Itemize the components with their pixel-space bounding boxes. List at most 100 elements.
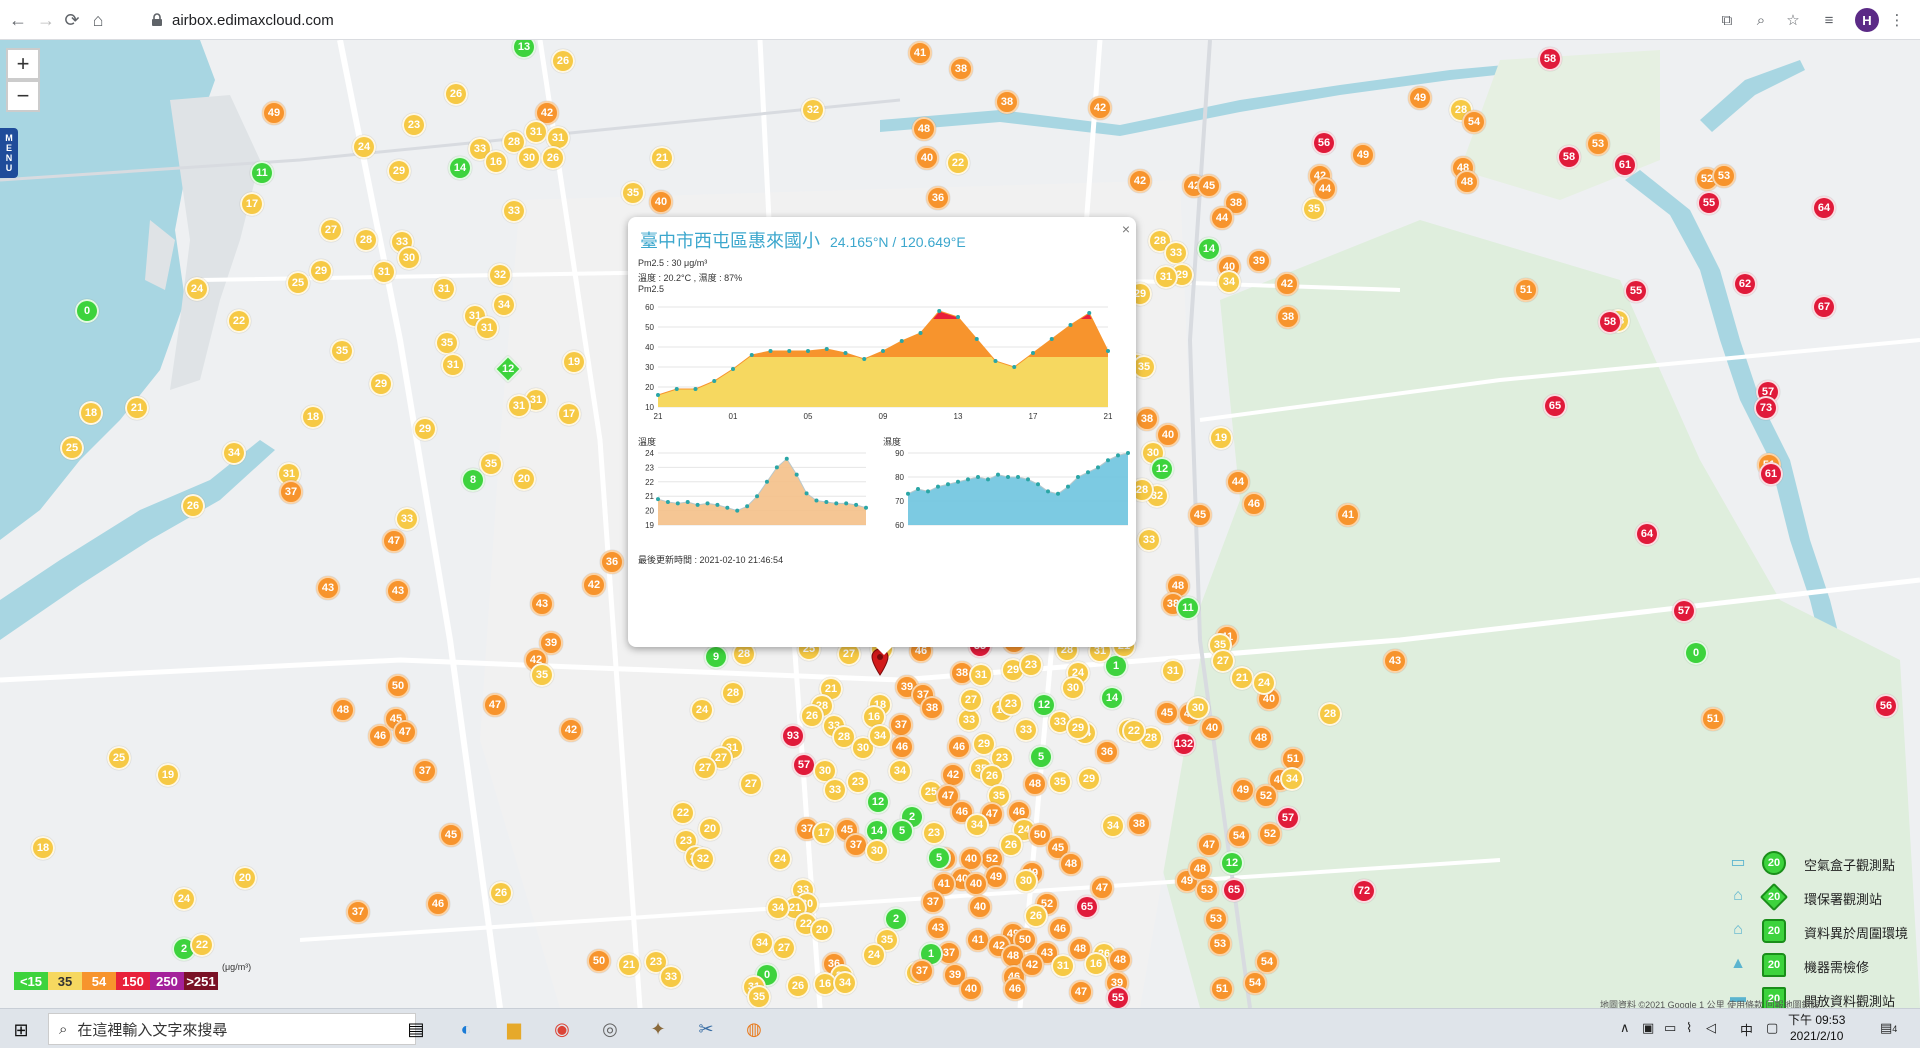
windows-start-icon[interactable]: ⊞ xyxy=(10,1019,32,1041)
station-marker[interactable]: 43 xyxy=(530,592,554,616)
station-marker[interactable]: 46 xyxy=(1242,492,1266,516)
station-marker[interactable]: 38 xyxy=(1276,305,1300,329)
station-marker[interactable]: 25 xyxy=(60,436,84,460)
station-marker[interactable]: 33 xyxy=(1014,718,1038,742)
station-marker[interactable]: 18 xyxy=(79,401,103,425)
station-marker[interactable]: 24 xyxy=(768,847,792,871)
station-marker[interactable]: 21 xyxy=(650,146,674,170)
station-marker[interactable]: 20 xyxy=(810,918,834,942)
station-marker[interactable]: 47 xyxy=(483,693,507,717)
station-marker[interactable]: 64 xyxy=(1812,196,1836,220)
station-marker[interactable]: 33 xyxy=(1164,241,1188,265)
station-marker[interactable]: 14 xyxy=(448,156,472,180)
station-marker[interactable]: 65 xyxy=(1222,878,1246,902)
station-marker[interactable]: 56 xyxy=(1312,131,1336,155)
station-marker[interactable]: 44 xyxy=(1226,470,1250,494)
task-view-icon[interactable]: ▤ xyxy=(402,1015,430,1043)
station-marker[interactable]: 62 xyxy=(1733,272,1757,296)
station-marker[interactable]: 41 xyxy=(908,41,932,65)
station-marker[interactable]: 49 xyxy=(262,101,286,125)
station-marker[interactable]: 37 xyxy=(279,480,303,504)
more-menu-icon[interactable]: ⋮ xyxy=(1886,9,1908,31)
station-marker[interactable]: 45 xyxy=(439,823,463,847)
station-marker[interactable]: 48 xyxy=(331,698,355,722)
edge-icon[interactable]: ◐ xyxy=(452,1015,480,1043)
station-marker[interactable]: 17 xyxy=(812,821,836,845)
station-marker[interactable]: 34 xyxy=(492,293,516,317)
station-marker[interactable]: 42 xyxy=(1088,96,1112,120)
app-snip-icon[interactable]: ✂ xyxy=(692,1015,720,1043)
station-marker[interactable]: 93 xyxy=(781,724,805,748)
station-marker[interactable]: 50 xyxy=(386,674,410,698)
station-marker[interactable]: 51 xyxy=(1701,707,1725,731)
station-marker[interactable]: 34 xyxy=(750,931,774,955)
station-marker[interactable]: 26 xyxy=(551,49,575,73)
station-marker[interactable]: 48 xyxy=(1023,772,1047,796)
station-marker[interactable]: 47 xyxy=(382,529,406,553)
station-marker[interactable]: 19 xyxy=(1209,426,1233,450)
station-marker[interactable]: 34 xyxy=(222,441,246,465)
station-marker[interactable]: 22 xyxy=(1122,719,1146,743)
station-marker[interactable]: 17 xyxy=(240,192,264,216)
station-marker[interactable]: 37 xyxy=(921,890,945,914)
station-marker[interactable]: 54 xyxy=(1227,824,1251,848)
station-marker[interactable]: 11 xyxy=(1176,596,1200,620)
station-marker[interactable]: 29 xyxy=(387,159,411,183)
station-marker[interactable]: 23 xyxy=(922,821,946,845)
station-marker[interactable]: 50 xyxy=(587,949,611,973)
station-marker[interactable]: 22 xyxy=(227,309,251,333)
station-marker[interactable]: 24 xyxy=(862,943,886,967)
station-marker[interactable]: 31 xyxy=(507,394,531,418)
station-marker[interactable]: 30 xyxy=(1061,676,1085,700)
station-marker[interactable]: 23 xyxy=(846,770,870,794)
station-marker[interactable]: 54 xyxy=(1255,950,1279,974)
station-marker[interactable]: 31 xyxy=(432,277,456,301)
station-marker[interactable]: 26 xyxy=(800,704,824,728)
notification-icon[interactable]: ▤4 xyxy=(1880,1020,1897,1036)
station-marker[interactable]: 38 xyxy=(995,90,1019,114)
station-marker[interactable]: 16 xyxy=(484,150,508,174)
station-marker[interactable]: 28 xyxy=(1318,702,1342,726)
station-marker[interactable]: 73 xyxy=(1754,396,1778,420)
bookmark-star-icon[interactable]: ☆ xyxy=(1782,9,1804,31)
station-marker[interactable]: 20 xyxy=(512,467,536,491)
station-marker[interactable]: 43 xyxy=(386,579,410,603)
station-marker[interactable]: 26 xyxy=(489,881,513,905)
station-marker[interactable]: 34 xyxy=(766,896,790,920)
station-marker[interactable]: 44 xyxy=(1210,206,1234,230)
station-marker[interactable]: 67 xyxy=(1812,295,1836,319)
station-marker[interactable]: 37 xyxy=(889,713,913,737)
station-marker[interactable]: 40 xyxy=(649,190,673,214)
station-marker[interactable]: 34 xyxy=(1101,814,1125,838)
app-blender-icon[interactable]: ◍ xyxy=(740,1015,768,1043)
station-marker[interactable]: 42 xyxy=(1128,169,1152,193)
station-marker[interactable]: 14 xyxy=(1197,237,1221,261)
station-marker[interactable]: 21 xyxy=(1230,666,1254,690)
station-marker[interactable]: 22 xyxy=(671,801,695,825)
station-marker[interactable]: 26 xyxy=(444,82,468,106)
station-marker[interactable]: 31 xyxy=(1161,659,1185,683)
station-marker[interactable]: 49 xyxy=(1408,86,1432,110)
station-marker[interactable]: 29 xyxy=(1066,716,1090,740)
volume-icon[interactable]: ◁ xyxy=(1706,1020,1716,1036)
station-marker[interactable]: 23 xyxy=(999,692,1023,716)
station-marker[interactable]: 35 xyxy=(747,985,771,1008)
station-marker[interactable]: 48 xyxy=(1249,726,1273,750)
station-marker[interactable]: 57 xyxy=(1672,599,1696,623)
station-marker[interactable]: 38 xyxy=(949,57,973,81)
station-marker[interactable]: 32 xyxy=(488,263,512,287)
station-marker[interactable]: 53 xyxy=(1204,907,1228,931)
station-marker[interactable]: 47 xyxy=(1197,833,1221,857)
station-marker[interactable]: 51 xyxy=(1514,278,1538,302)
station-marker[interactable]: 5 xyxy=(927,846,951,870)
station-marker[interactable]: 26 xyxy=(181,494,205,518)
station-marker[interactable]: 19 xyxy=(562,350,586,374)
network-icon[interactable]: ⌇ xyxy=(1686,1020,1692,1036)
station-marker[interactable]: 31 xyxy=(475,316,499,340)
station-marker[interactable]: 48 xyxy=(912,117,936,141)
station-marker[interactable]: 34 xyxy=(1280,767,1304,791)
station-marker[interactable]: 0 xyxy=(1684,641,1708,665)
station-marker[interactable]: 132 xyxy=(1172,732,1196,756)
station-marker[interactable]: 31 xyxy=(372,260,396,284)
ime-indicator[interactable]: 中 xyxy=(1740,1020,1753,1039)
